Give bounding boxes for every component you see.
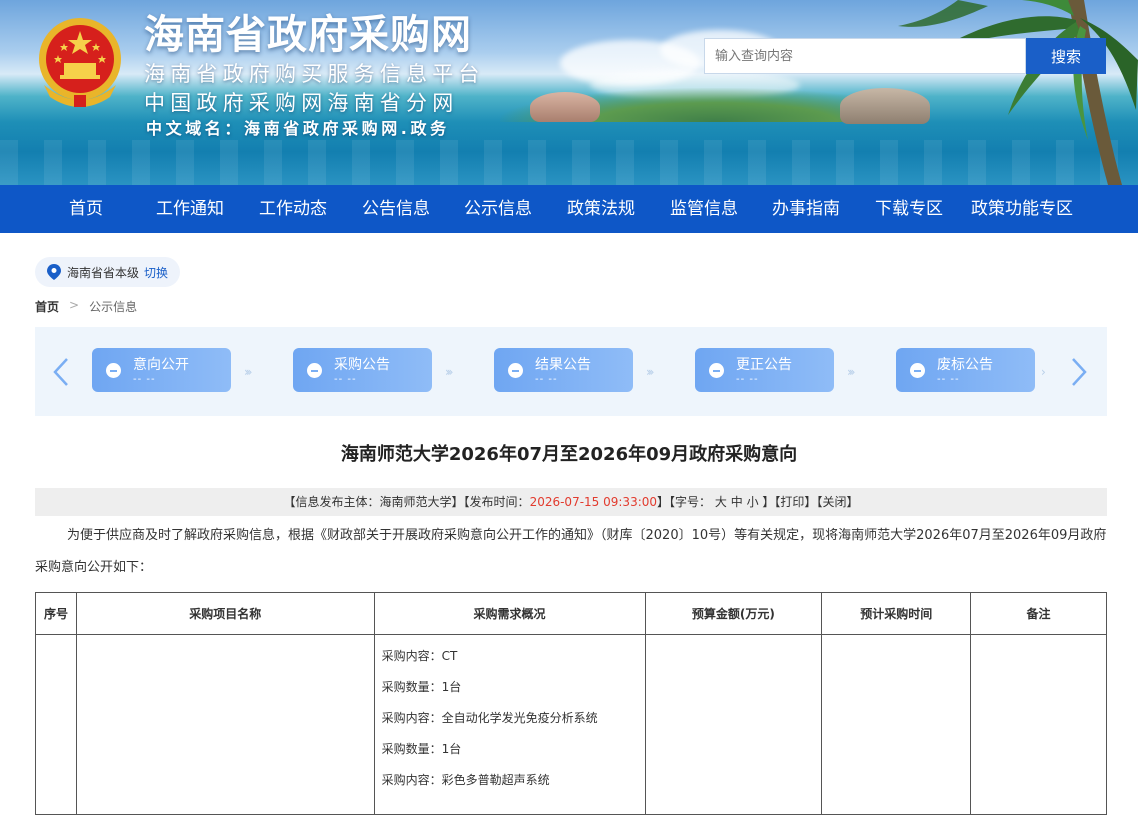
- site-title: 海南省政府采购网: [144, 12, 472, 58]
- page-title: 海南师范大学2026年07月至2026年09月政府采购意向: [340, 444, 798, 465]
- nav-item-publicity[interactable]: 公示信息: [464, 185, 532, 233]
- national-emblem-logo: [39, 18, 121, 107]
- nav-item-guide[interactable]: 办事指南: [772, 185, 840, 233]
- breadcrumb: 首页 > 公示信息: [35, 298, 137, 315]
- process-steps: 意向公开 -- -- ››› 采购公告 -- -- ››› 结果公告 -- --…: [35, 327, 1107, 416]
- col-header-project-name: 采购项目名称: [75, 592, 375, 635]
- font-size-label: 【字号：: [669, 495, 712, 509]
- col-header-expected-time: 预计采购时间: [821, 592, 972, 635]
- minus-circle-icon: [910, 363, 925, 378]
- rock: [530, 92, 600, 122]
- font-small-button[interactable]: 小: [747, 495, 759, 509]
- double-chevron-icon: ›››: [244, 365, 253, 379]
- col-header-requirements: 采购需求概况: [373, 592, 646, 635]
- publisher-label: 【信息发布主体：海南师范大学】: [283, 495, 464, 509]
- step-intent-disclosure[interactable]: 意向公开 -- --: [92, 348, 231, 392]
- nav-item-work-notices[interactable]: 工作通知: [156, 185, 224, 233]
- col-header-remarks: 备注: [970, 592, 1107, 635]
- col-header-budget: 预算金额(万元): [644, 592, 823, 635]
- site-subtitle: 海南省政府购买服务信息平台: [144, 62, 485, 86]
- table-header-row: 序号 采购项目名称 采购需求概况 预算金额(万元) 预计采购时间 备注: [35, 592, 1107, 635]
- cell-budget: [644, 634, 823, 815]
- step-title: 采购公告: [334, 357, 390, 373]
- header-banner: 海南省政府采购网 海南省政府购买服务信息平台 中国政府采购网海南省分网 中文域名…: [0, 0, 1138, 185]
- procurement-table: 序号 采购项目名称 采购需求概况 预算金额(万元) 预计采购时间 备注 采购内容…: [35, 592, 1107, 815]
- search-button[interactable]: 搜索: [1026, 38, 1106, 74]
- nav-item-announcements[interactable]: 公告信息: [362, 185, 430, 233]
- article-meta-bar: 【信息发布主体：海南师范大学】【发布时间：2026-07-15 09:33:00…: [35, 488, 1107, 516]
- double-chevron-icon: ›››: [445, 365, 454, 379]
- double-chevron-icon: ›: [1041, 365, 1046, 379]
- palm-tree-image: [898, 0, 1138, 185]
- step-date: -- --: [133, 374, 156, 385]
- nav-item-home[interactable]: 首页: [69, 185, 103, 233]
- step-date: -- --: [937, 374, 960, 385]
- font-medium-button[interactable]: 中: [731, 495, 743, 509]
- print-button[interactable]: 【打印】: [774, 495, 816, 509]
- close-button[interactable]: 【关闭】: [816, 495, 858, 509]
- cell-requirements: 采购内容：CT 采购数量：1台 采购内容：全自动化学发光免疫分析系统 采购数量：…: [373, 634, 646, 815]
- col-header-index: 序号: [35, 592, 77, 635]
- nav-item-downloads[interactable]: 下载专区: [875, 185, 943, 233]
- minus-circle-icon: [307, 363, 322, 378]
- chevron-left-icon[interactable]: [51, 357, 71, 387]
- chevron-right-icon[interactable]: [1069, 357, 1089, 387]
- search-input[interactable]: [704, 38, 1026, 74]
- main-nav: 首页 工作通知 工作动态 公告信息 公示信息 政策法规 监管信息 办事指南 下载…: [0, 185, 1138, 233]
- minus-circle-icon: [508, 363, 523, 378]
- nav-item-supervision[interactable]: 监管信息: [670, 185, 738, 233]
- step-result-notice[interactable]: 结果公告 -- --: [494, 348, 633, 392]
- requirement-line: 采购内容：全自动化学发光免疫分析系统: [381, 711, 598, 725]
- cell-index: [35, 634, 77, 815]
- minus-circle-icon: [106, 363, 121, 378]
- double-chevron-icon: ›››: [646, 365, 655, 379]
- step-title: 更正公告: [736, 357, 792, 373]
- step-date: -- --: [535, 374, 558, 385]
- step-cancel-notice[interactable]: 废标公告 -- --: [896, 348, 1035, 392]
- breadcrumb-home[interactable]: 首页: [35, 298, 59, 315]
- site-subtitle: 中国政府采购网海南省分网: [144, 91, 459, 115]
- article-intro: 为便于供应商及时了解政府采购信息，根据《财政部关于开展政府采购意向公开工作的通知…: [35, 528, 1107, 575]
- requirement-line: 采购内容：彩色多普勒超声系统: [381, 773, 550, 787]
- region-selector: 海南省省本级 切换: [35, 257, 181, 287]
- site-domain: 中文域名：海南省政府采购网.政务: [146, 119, 450, 138]
- requirement-line: 采购数量：1台: [381, 742, 462, 756]
- publish-time-label: 【发布时间：: [463, 495, 530, 509]
- font-size-close: 】: [762, 495, 775, 509]
- region-switch-link[interactable]: 切换: [144, 264, 168, 281]
- step-title: 废标公告: [937, 357, 993, 373]
- nav-item-policy-functions[interactable]: 政策功能专区: [971, 185, 1073, 233]
- nav-item-policies[interactable]: 政策法规: [567, 185, 635, 233]
- publish-time: 2026-07-15 09:33:00: [529, 495, 658, 509]
- step-date: -- --: [334, 374, 357, 385]
- minus-circle-icon: [709, 363, 724, 378]
- breadcrumb-current: 公示信息: [89, 300, 138, 314]
- requirement-line: 采购内容：CT: [381, 649, 458, 663]
- step-title: 结果公告: [535, 357, 591, 373]
- region-name: 海南省省本级: [67, 265, 140, 280]
- cell-remarks: [970, 634, 1107, 815]
- nav-item-work-news[interactable]: 工作动态: [259, 185, 327, 233]
- step-correction-notice[interactable]: 更正公告 -- --: [695, 348, 834, 392]
- location-pin-icon: [47, 264, 61, 280]
- double-chevron-icon: ›››: [847, 365, 856, 379]
- publish-time-close: 】: [657, 495, 670, 509]
- step-date: -- --: [736, 374, 759, 385]
- cell-project-name: [75, 634, 375, 815]
- requirement-line: 采购数量：1台: [381, 680, 462, 694]
- step-procurement-notice[interactable]: 采购公告 -- --: [293, 348, 432, 392]
- cell-expected-time: [821, 634, 972, 815]
- step-title: 意向公开: [133, 357, 189, 373]
- table-row: 采购内容：CT 采购数量：1台 采购内容：全自动化学发光免疫分析系统 采购数量：…: [35, 634, 1107, 815]
- font-large-button[interactable]: 大: [715, 495, 727, 509]
- breadcrumb-separator: >: [69, 298, 80, 312]
